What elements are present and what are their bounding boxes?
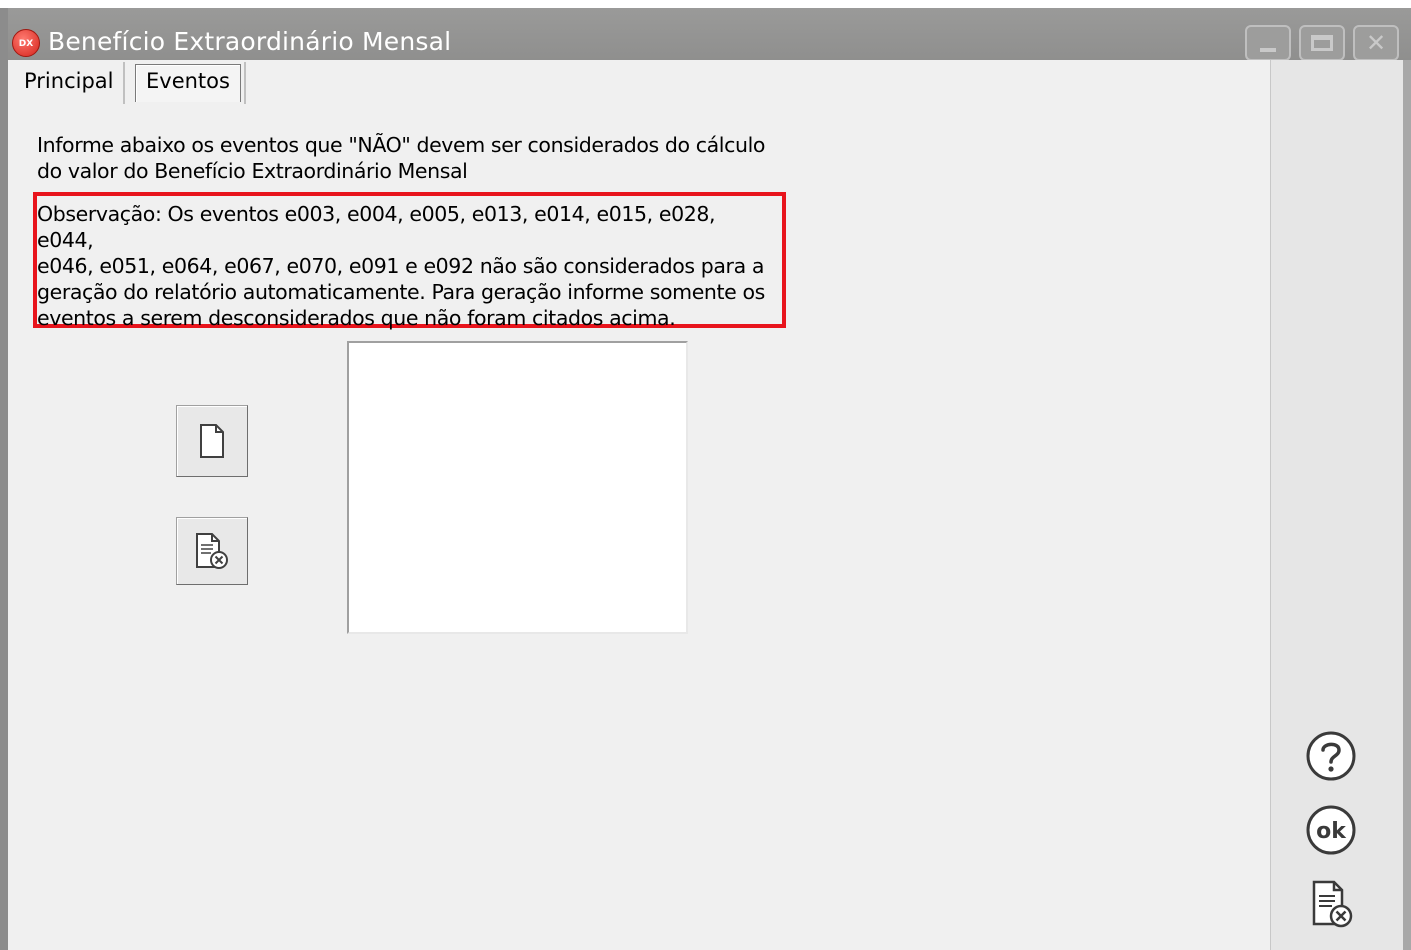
observation-line: eventos a serem desconsiderados que não … bbox=[37, 306, 676, 330]
tab-principal[interactable]: Principal bbox=[14, 64, 124, 104]
instructions-line: do valor do Benefício Extraordinário Men… bbox=[37, 159, 468, 183]
minimize-button[interactable] bbox=[1245, 25, 1291, 61]
ok-icon: ok bbox=[1306, 805, 1356, 855]
observation-line: Observação: Os eventos e003, e004, e005,… bbox=[37, 202, 716, 252]
delete-document-icon bbox=[196, 533, 228, 569]
maximize-button[interactable] bbox=[1299, 25, 1345, 61]
new-document-icon bbox=[200, 424, 224, 458]
cancel-document-icon bbox=[1312, 880, 1353, 928]
events-list[interactable] bbox=[347, 341, 688, 634]
ok-label: ok bbox=[1316, 819, 1347, 844]
help-icon bbox=[1306, 731, 1356, 781]
title-bar[interactable]: DX Benefício Extraordinário Mensal ✕ bbox=[0, 8, 1411, 61]
maximize-icon bbox=[1311, 35, 1333, 51]
window-frame-left bbox=[0, 8, 8, 950]
window-frame-right bbox=[1403, 60, 1411, 950]
minimize-icon bbox=[1260, 48, 1276, 52]
ok-button[interactable]: ok bbox=[1305, 804, 1357, 856]
cancel-button[interactable] bbox=[1305, 878, 1357, 930]
observation-line: geração do relatório automaticamente. Pa… bbox=[37, 280, 765, 304]
instructions-text: Informe abaixo os eventos que "NÃO" deve… bbox=[37, 132, 777, 184]
close-icon: ✕ bbox=[1365, 29, 1387, 57]
remove-event-button[interactable] bbox=[176, 517, 248, 585]
dialog-window: DX Benefício Extraordinário Mensal ✕ Pri… bbox=[0, 0, 1411, 950]
close-button[interactable]: ✕ bbox=[1353, 25, 1399, 61]
observation-line: e046, e051, e064, e067, e070, e091 e e09… bbox=[37, 254, 765, 278]
help-button[interactable] bbox=[1305, 730, 1357, 782]
add-event-button[interactable] bbox=[176, 405, 248, 477]
observation-text: Observação: Os eventos e003, e004, e005,… bbox=[37, 201, 777, 331]
tab-divider bbox=[244, 62, 246, 104]
window-title: Benefício Extraordinário Mensal bbox=[48, 27, 452, 56]
instructions-line: Informe abaixo os eventos que "NÃO" deve… bbox=[37, 133, 766, 157]
tab-divider bbox=[123, 62, 125, 104]
tab-eventos[interactable]: Eventos bbox=[135, 64, 241, 102]
app-logo-icon: DX bbox=[12, 29, 40, 57]
